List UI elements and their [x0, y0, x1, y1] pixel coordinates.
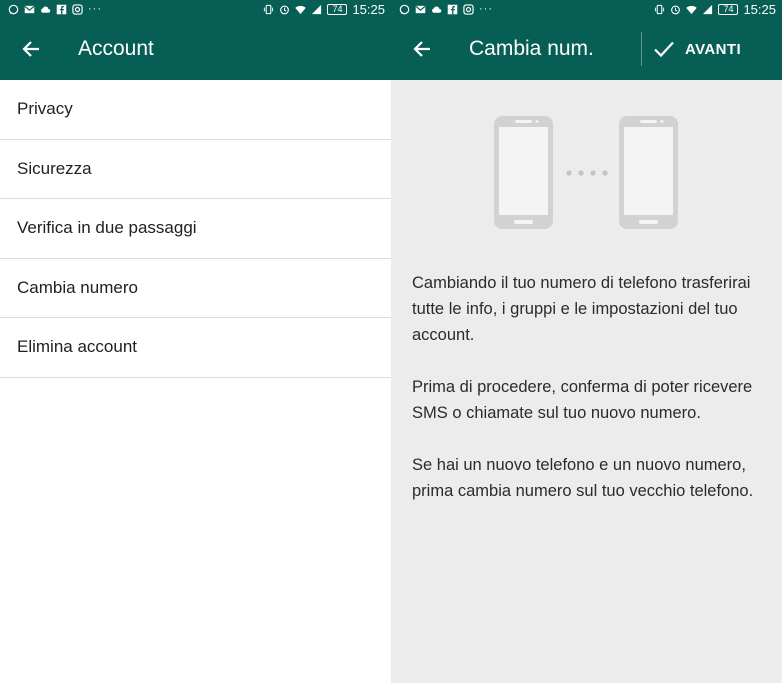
- battery-level: 74: [723, 3, 734, 14]
- page-title: Cambia num.: [469, 37, 594, 60]
- old-phone-icon: [494, 116, 553, 229]
- toolbar: Account: [0, 18, 391, 80]
- facebook-icon: [447, 4, 458, 14]
- gmail-icon: [415, 5, 426, 13]
- back-button[interactable]: [391, 18, 453, 80]
- cloud-icon: [432, 6, 442, 13]
- transfer-dots: [566, 170, 608, 176]
- whatsapp-icon: [8, 4, 19, 14]
- signal-icon: [312, 4, 322, 14]
- alarm-icon: [671, 5, 681, 14]
- vibrate-icon: [655, 4, 665, 14]
- status-bar-system: 74 15:25: [654, 2, 776, 17]
- whatsapp-icon: [399, 4, 410, 14]
- menu-item-two-step-verification[interactable]: Verifica in due passaggi: [0, 199, 391, 259]
- menu-item-privacy[interactable]: Privacy: [0, 80, 391, 140]
- overflow-notifications: ···: [479, 3, 493, 15]
- toolbar-divider: [641, 32, 642, 66]
- menu-item-delete-account[interactable]: Elimina account: [0, 318, 391, 378]
- instagram-icon: [463, 3, 474, 15]
- check-icon: [654, 41, 674, 58]
- alarm-icon: [280, 5, 290, 14]
- wifi-icon: [295, 5, 307, 14]
- overflow-notifications: ···: [88, 3, 102, 15]
- signal-icon: [703, 4, 713, 14]
- vibrate-icon: [264, 4, 274, 14]
- menu-item-change-number[interactable]: Cambia numero: [0, 259, 391, 318]
- status-bar-notifications: ···: [399, 3, 493, 15]
- page-title: Account: [78, 37, 154, 60]
- two-phones-transfer-icon: [494, 116, 678, 229]
- description-paragraph: Prima di procedere, conferma di poter ri…: [412, 378, 753, 422]
- arrow-back-icon: [22, 41, 39, 57]
- menu-item-security[interactable]: Sicurezza: [0, 140, 391, 199]
- status-bar: ··· 74 15:25: [391, 0, 782, 18]
- wifi-icon: [686, 5, 698, 14]
- clock: 15:25: [743, 1, 776, 17]
- battery-icon: 74: [327, 3, 348, 15]
- status-bar-system: 74 15:25: [263, 2, 385, 17]
- account-menu-list: Privacy Sicurezza Verifica in due passag…: [0, 80, 391, 378]
- battery-icon: 74: [718, 3, 739, 15]
- new-phone-icon: [619, 116, 678, 229]
- battery-level: 74: [332, 3, 343, 14]
- status-bar-notifications: ···: [8, 3, 102, 15]
- status-bar: ··· 74 15:25: [0, 0, 391, 18]
- back-button[interactable]: [0, 18, 62, 80]
- toolbar: Cambia num. AVANTI: [391, 18, 782, 80]
- clock: 15:25: [352, 1, 385, 17]
- cloud-icon: [41, 6, 51, 13]
- description-paragraph: Cambiando il tuo numero di telefono tras…: [412, 274, 751, 344]
- gmail-icon: [24, 5, 35, 13]
- account-screen: ··· 74 15:25 Account Privacy Sicurezza V…: [0, 0, 391, 683]
- facebook-icon: [56, 4, 67, 14]
- next-button-label: AVANTI: [685, 40, 742, 58]
- change-number-description: Cambiando il tuo numero di telefono tras…: [412, 270, 767, 530]
- change-number-screen: ··· 74 15:25 Cambia num. AVANTI Cambiand…: [391, 0, 782, 683]
- instagram-icon: [72, 3, 83, 15]
- next-button[interactable]: AVANTI: [653, 18, 761, 80]
- arrow-back-icon: [413, 41, 430, 57]
- description-paragraph: Se hai un nuovo telefono e un nuovo nume…: [412, 456, 754, 500]
